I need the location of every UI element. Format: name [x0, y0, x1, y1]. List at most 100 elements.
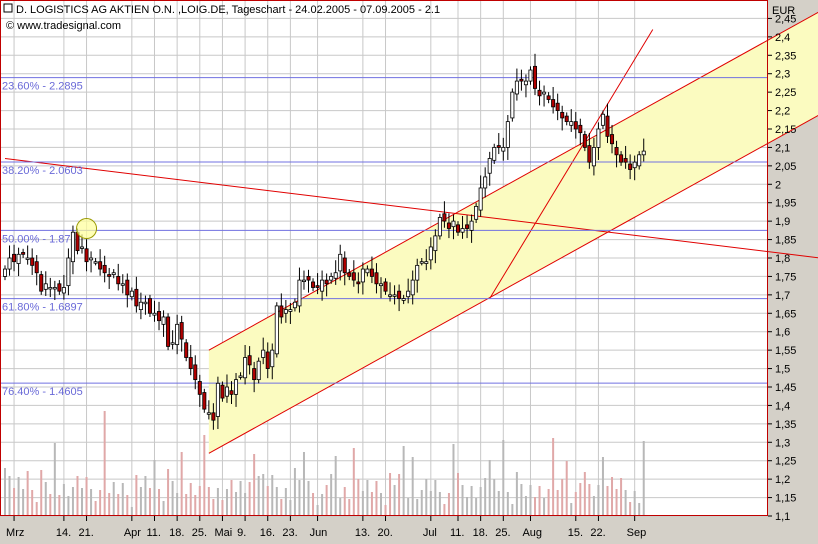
- x-tick-label: Aug: [522, 527, 542, 539]
- volume-bar: [266, 486, 269, 516]
- candle-down: [455, 224, 460, 233]
- volume-bar: [606, 486, 609, 516]
- highlight-marker: [76, 218, 98, 240]
- volume-bar: [126, 495, 129, 516]
- volume-bar: [44, 482, 47, 516]
- volume-bar: [212, 499, 215, 516]
- candle-down: [564, 115, 569, 123]
- candle-up: [388, 294, 393, 297]
- candle-up: [469, 220, 474, 231]
- candle-down: [582, 134, 587, 148]
- volume-bar: [71, 487, 74, 516]
- volume-bar: [135, 475, 138, 516]
- candle-up: [392, 294, 397, 297]
- y-tick-label: 2,25: [775, 87, 796, 99]
- candle-up: [238, 375, 243, 378]
- candle-up: [292, 301, 297, 309]
- volume-bar: [203, 435, 206, 516]
- volume-bar: [221, 500, 224, 516]
- y-tick-label: 1,1: [775, 511, 790, 523]
- fib-label: 50.00% - 1.87: [2, 233, 71, 245]
- candle-up: [591, 147, 596, 167]
- volume-bar: [262, 474, 265, 516]
- y-tick-label: 2,35: [775, 50, 796, 62]
- y-tick-label: 1,5: [775, 364, 790, 376]
- candle-up: [460, 228, 465, 233]
- volume-bar: [257, 476, 260, 516]
- volume-bar: [611, 477, 614, 516]
- candle-down: [229, 390, 234, 395]
- candle-up: [206, 412, 211, 415]
- candle-down: [619, 154, 624, 163]
- y-tick-label: 1,85: [775, 235, 796, 247]
- volume-bar: [293, 468, 296, 516]
- volume-bar: [49, 494, 52, 516]
- candle-down: [533, 65, 538, 89]
- candle-up: [120, 283, 125, 286]
- volume-bar: [289, 500, 292, 516]
- candle-up: [288, 309, 293, 312]
- candle-up: [80, 246, 85, 249]
- candle-down: [614, 147, 619, 156]
- candle-up: [428, 246, 433, 261]
- volume-bar: [22, 489, 25, 516]
- volume-bar: [438, 492, 441, 516]
- candle-down: [179, 322, 184, 340]
- y-tick-label: 1,15: [775, 493, 796, 505]
- candle-up: [43, 283, 48, 290]
- candle-down: [98, 261, 103, 270]
- volume-bar: [271, 475, 274, 516]
- candle-up: [170, 342, 175, 345]
- volume-bar: [461, 485, 464, 516]
- x-tick-label: Jun: [310, 527, 328, 539]
- candle-up: [528, 69, 533, 82]
- volume-bar: [642, 441, 645, 516]
- y-tick-label: 1,65: [775, 308, 796, 320]
- y-tick-label: 1,6: [775, 327, 790, 339]
- candle-up: [437, 217, 442, 237]
- volume-bar: [538, 486, 541, 516]
- y-tick-label: 1,55: [775, 345, 796, 357]
- x-tick-label: 13.: [355, 527, 370, 539]
- volume-bar: [398, 474, 401, 516]
- candle-up: [510, 91, 515, 119]
- volume-bar: [307, 481, 310, 516]
- volume-bar: [280, 499, 283, 516]
- volume-bar: [198, 486, 201, 516]
- volume-bar: [434, 480, 437, 516]
- volume-bar: [493, 479, 496, 516]
- candle-down: [397, 290, 402, 299]
- candle-up: [138, 301, 143, 311]
- volume-bar: [148, 488, 151, 516]
- y-tick-label: 1,45: [775, 382, 796, 394]
- volume-bar: [99, 490, 102, 516]
- volume-bar: [384, 505, 387, 516]
- volume-bar: [348, 499, 351, 516]
- candle-up: [474, 205, 479, 220]
- candle-down: [315, 285, 320, 288]
- x-tick-label: 14.: [56, 527, 71, 539]
- volume-bar: [284, 488, 287, 516]
- candle-down: [116, 276, 121, 285]
- candle-down: [107, 274, 112, 277]
- candle-up: [600, 113, 605, 126]
- candle-up: [410, 279, 415, 296]
- candle-up: [378, 283, 383, 287]
- candle-up: [542, 91, 547, 95]
- y-tick-label: 1,7: [775, 290, 790, 302]
- volume-bar: [153, 460, 156, 516]
- volume-bar: [230, 480, 233, 516]
- candle-up: [329, 276, 334, 281]
- x-tick-label: 21.: [79, 527, 94, 539]
- candle-up: [492, 147, 497, 161]
- volume-bar: [8, 476, 11, 516]
- x-tick-label: Apr: [124, 527, 141, 539]
- menu-icon[interactable]: [3, 3, 13, 13]
- x-tick-label: 23.: [282, 527, 297, 539]
- volume-bar: [112, 482, 115, 516]
- candle-up: [243, 357, 248, 379]
- candle-up: [333, 272, 338, 279]
- volume-bar: [534, 497, 537, 516]
- y-tick-label: 2,3: [775, 69, 790, 81]
- candle-up: [261, 349, 266, 358]
